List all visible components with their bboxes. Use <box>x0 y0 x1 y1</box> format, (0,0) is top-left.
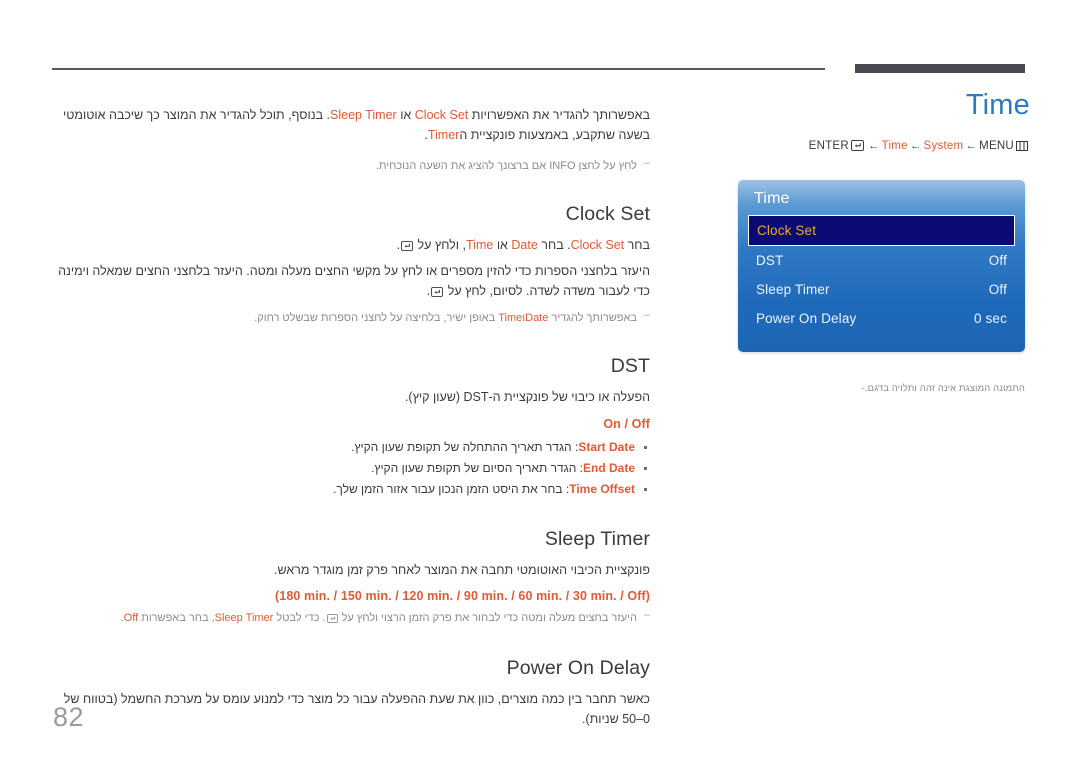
enter-key-icon <box>850 139 864 154</box>
st-note-b: . כדי לבטל <box>276 611 326 624</box>
cs-note-b: באופן ישיר, בלחיצה על לחצני הספרות שבשלט… <box>254 312 496 325</box>
osd-item-label: Clock Set <box>757 223 817 238</box>
osd-item-label: Power On Delay <box>756 311 857 326</box>
cs-note-term-date: Date <box>525 312 549 325</box>
header-rule-thin <box>52 68 825 70</box>
breadcrumb-arrow-1: ← <box>867 139 880 152</box>
intro-text-3: באמצעות פונקציית ה <box>459 127 569 142</box>
sleep-timer-note: היעזר בחצים מעלה ומטה כדי לבחור את פרק ה… <box>50 607 650 629</box>
section-heading-power-on-delay: Power On Delay <box>506 656 650 679</box>
section-heading-clock-set: Clock Set <box>565 202 650 225</box>
intro-text-1: באפשרותך להגדיר את האפשרויות <box>471 107 650 122</box>
cs-t3: או <box>496 237 508 252</box>
cs-p2-a: היעזר בלחצני הספרות כדי להזין מספרים או … <box>58 263 650 299</box>
list-item: Start Date: הגדר תאריך ההתחלה של תקופת ש… <box>50 437 650 458</box>
dst-term-start-date: Start Date <box>578 439 635 454</box>
cs-term-date: Date <box>511 237 538 252</box>
section-heading-sleep-timer: Sleep Timer <box>544 527 650 550</box>
menu-grid-icon <box>1016 140 1028 154</box>
osd-item-clock-set[interactable]: Clock Set <box>748 215 1015 246</box>
breadcrumb-enter-label: ENTER <box>808 139 849 152</box>
clock-set-paragraph-1: בחר Clock Set. בחר Date או Time, ולחץ על… <box>50 235 650 257</box>
dst-desc-end-date: : הגדר תאריך הסיום של תקופת שעון הקיץ. <box>371 460 583 475</box>
osd-menu-list: Clock Set DST Off Sleep Timer Off Power … <box>738 215 1025 333</box>
sleep-timer-values: (180 min. / 150 min. / 120 min. / 90 min… <box>275 588 650 603</box>
cs-note-a: באפשרותך להגדיר <box>551 312 637 325</box>
st-note-term-off: Off <box>123 611 139 624</box>
intro-note-text: לחץ על לחצן INFO אם ברצונך להציג את השעה… <box>375 159 637 172</box>
header-rule-thick <box>855 64 1025 73</box>
list-item: Time Offset: בחר את היסט הזמן הנכון עבור… <box>50 479 650 500</box>
enter-key-icon <box>401 237 413 257</box>
enter-key-icon <box>326 612 338 629</box>
cs-p2-b: לשדה. לסיום, לחץ על <box>447 284 560 299</box>
breadcrumb-menu-label: MENU <box>979 139 1014 152</box>
right-column: Time ENTER ← Time ← System ← MENU <box>700 89 1030 154</box>
osd-disclaimer-note: התמונה המוצגת אינה זהה ותלויה בדגם.- <box>738 383 1025 394</box>
osd-item-dst[interactable]: DST Off <box>748 246 1015 275</box>
sleep-timer-paragraph-1: פונקציית הכיבוי האוטומטי תחבה את המוצר ל… <box>273 562 650 577</box>
dst-bullet-list: Start Date: הגדר תאריך ההתחלה של תקופת ש… <box>50 437 650 500</box>
osd-panel: Time Clock Set DST Off Sleep Timer Off P… <box>738 180 1025 352</box>
osd-item-value: Off <box>988 253 1007 268</box>
intro-note: לחץ על לחצן INFO אם ברצונך להציג את השעה… <box>50 154 650 175</box>
osd-item-value: Off <box>988 282 1007 297</box>
cs-t1: בחר <box>627 237 650 252</box>
page-title: Time <box>965 89 1030 121</box>
osd-item-label: DST <box>756 253 784 268</box>
dst-term-time-offset: Time Offset <box>569 481 635 496</box>
clock-set-paragraph-2: היעזר בלחצני הספרות כדי להזין מספרים או … <box>50 261 650 304</box>
cs-t4: , ולחץ על <box>417 237 466 252</box>
intro-or: או <box>400 107 412 122</box>
breadcrumb-item-time[interactable]: Time <box>882 140 908 152</box>
section-heading-dst: DST <box>610 355 650 378</box>
cs-note-term-time: Time <box>498 312 523 325</box>
breadcrumb-item-system[interactable]: System <box>924 140 964 152</box>
osd-item-sleep-timer[interactable]: Sleep Timer Off <box>748 275 1015 304</box>
enter-key-icon <box>431 283 444 303</box>
osd-item-power-on-delay[interactable]: Power On Delay 0 sec <box>748 304 1015 333</box>
osd-item-label: Sleep Timer <box>756 282 830 297</box>
intro-term-sleep-timer: Sleep Timer <box>330 107 397 122</box>
cs-term-clock-set: Clock Set <box>570 237 625 252</box>
breadcrumb-arrow-3: ← <box>965 139 978 152</box>
breadcrumb-arrow-2: ← <box>909 139 922 152</box>
osd-note-text: התמונה המוצגת אינה זהה ותלויה בדגם. <box>864 383 1025 394</box>
cs-t2: . בחר <box>541 237 571 252</box>
dst-term-end-date: End Date <box>582 460 635 475</box>
main-content: באפשרותך להגדיר את האפשרויות Clock Set א… <box>50 92 650 733</box>
st-note-c: , בחר באפשרות <box>141 611 215 624</box>
intro-term-clock-set: Clock Set <box>414 107 469 122</box>
st-note-a: היעזר בחצים מעלה ומטה כדי לבחור את פרק ה… <box>341 611 637 624</box>
cs-term-time: Time <box>466 237 494 252</box>
clock-set-note: באפשרותך להגדיר DateוTime באופן ישיר, בל… <box>50 307 650 327</box>
osd-note-dash: - <box>861 383 865 394</box>
list-item: End Date: הגדר תאריך הסיום של תקופת שעון… <box>50 458 650 479</box>
st-note-term-sleep-timer: Sleep Timer <box>214 611 274 624</box>
intro-paragraph: באפשרותך להגדיר את האפשרויות Clock Set א… <box>50 105 650 146</box>
intro-term-timer: Timer <box>427 127 460 142</box>
cs-p2-c: . <box>426 284 431 299</box>
dst-desc-time-offset: : בחר את היסט הזמן הנכון עבור אזור הזמן … <box>333 481 570 496</box>
page-number: 82 <box>53 702 85 732</box>
power-on-delay-paragraph-1: כאשר תחבר בין כמה מוצרים, כוון את שעת הה… <box>63 691 650 727</box>
dst-desc-start-date: : הגדר תאריך ההתחלה של תקופת שעון הקיץ. <box>351 439 579 454</box>
breadcrumb: ENTER ← Time ← System ← MENU <box>700 139 1030 154</box>
dst-paragraph-1: הפעלה או כיבוי של פונקציית ה-DST (שעון ק… <box>404 390 650 405</box>
cs-t5: . <box>396 237 401 252</box>
dst-values: On / Off <box>603 416 650 431</box>
osd-title: Time <box>754 190 790 207</box>
osd-item-value: 0 sec <box>973 311 1007 326</box>
